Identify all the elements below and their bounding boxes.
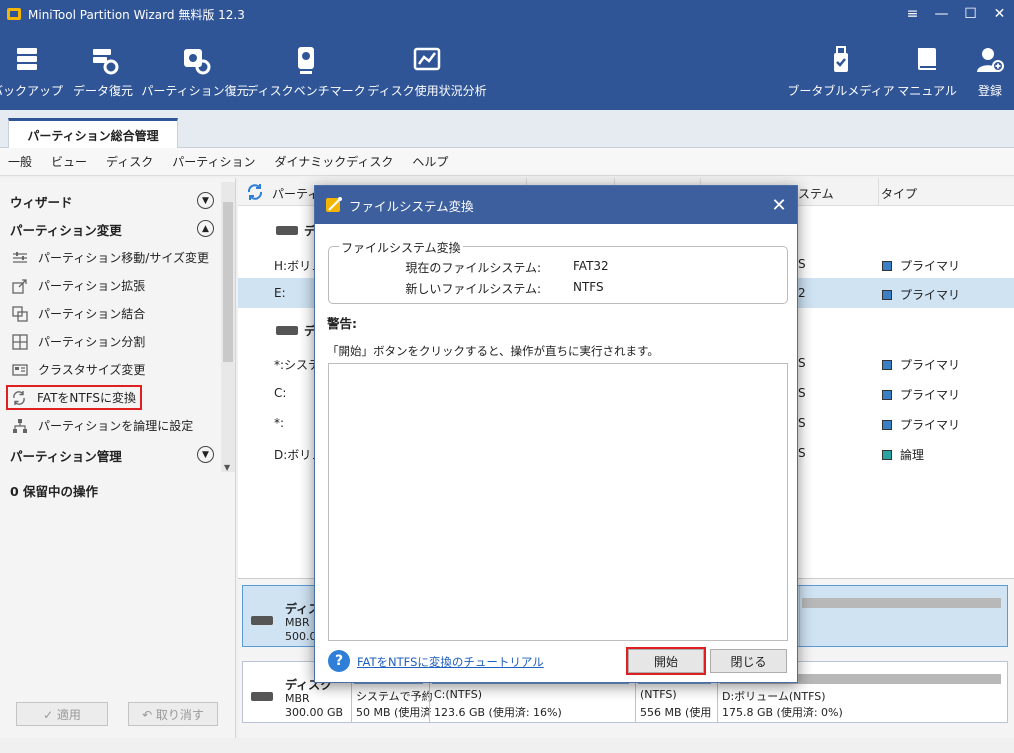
tab-strip: パーティション総合管理 [0,110,1014,149]
logical-color-swatch [882,450,892,460]
new-fs-value: NTFS [573,280,604,294]
close-button[interactable]: 閉じる [710,649,787,673]
extend-icon [12,278,27,294]
disk-icon [251,616,273,625]
menu-bar: 一般 ビュー ディスク パーティション ダイナミックディスク ヘルプ [0,148,1014,176]
sidebar-item-cluster-size[interactable]: クラスタサイズ変更 [12,361,145,378]
set-logical-icon [13,418,27,433]
dialog-close-icon[interactable]: ✕ [767,193,791,217]
data-recovery-icon [93,49,119,75]
column-filesystem[interactable]: ステム [798,185,834,202]
refresh-icon[interactable] [246,183,264,201]
disk-icon [276,326,298,335]
primary-color-swatch [882,390,892,400]
disk-benchmark-icon [298,47,314,74]
apply-button[interactable]: ✓ 適用 [16,702,108,726]
log-textbox[interactable] [328,363,788,641]
convert-fs-dialog: ファイルシステム変換 ✕ ファイルシステム変換 現在のファイルシステム: FAT… [314,185,798,683]
undo-button[interactable]: ↶ 取り消す [128,702,218,726]
partition-recovery-icon [184,49,211,75]
menu-dynamic-disk[interactable]: ダイナミックディスク [274,153,393,170]
new-fs-label: 新しいファイルシステム: [405,282,541,296]
app-header: MiniTool Partition Wizard 無料版 12.3 ≡ — ☐… [0,0,1014,110]
backup-icon [17,48,37,70]
manual-icon [918,48,936,70]
primary-color-swatch [882,261,892,271]
window-controls: ≡ — ☐ ✕ [898,0,1014,28]
disk-icon [276,226,298,235]
current-fs-label: 現在のファイルシステム: [405,261,541,275]
column-partition[interactable]: パーティ [272,185,319,202]
disk-benchmark-button[interactable]: ディスクベンチマーク [246,44,366,104]
menu-icon[interactable]: ≡ [898,0,927,28]
wizard-section[interactable]: ウィザード [10,192,73,211]
sidebar-scrollbar[interactable]: ▼ [221,182,235,472]
minimize-button[interactable]: — [927,0,956,28]
menu-general[interactable]: 一般 [8,153,32,170]
menu-view[interactable]: ビュー [51,153,87,170]
column-type[interactable]: タイプ [881,185,917,202]
pending-operations: 0 保留中の操作 [10,484,99,499]
scroll-down-arrow[interactable]: ▼ [224,463,230,472]
register-icon [977,48,1004,72]
partition-recovery-button[interactable]: パーティション復元 [141,44,249,104]
cluster-size-icon [12,363,28,376]
chevron-down-icon[interactable]: ▼ [197,446,214,463]
menu-partition[interactable]: パーティション [172,153,255,170]
register-button[interactable]: 登録 [970,44,1010,104]
merge-icon [12,305,28,322]
primary-color-swatch [882,360,892,370]
primary-color-swatch [882,420,892,430]
start-button[interactable]: 開始 [626,647,706,675]
disk-icon [251,692,273,701]
bootable-media-button[interactable]: ブータブルメディア [787,44,895,104]
backup-button[interactable]: バックアップ [0,44,63,104]
scrollbar-thumb[interactable] [223,202,233,362]
group-legend: ファイルシステム変換 [339,239,463,256]
warning-text: 「開始」ボタンをクリックすると、操作が直ちに実行されます。 [327,344,659,358]
move-resize-icon [13,251,27,263]
space-analyzer-button[interactable]: ディスク使用状況分析 [367,44,487,104]
convert-icon [13,390,25,405]
sidebar-item-set-logical[interactable]: パーティションを論理に設定 [12,417,193,434]
app-logo-icon [7,8,21,20]
menu-disk[interactable]: ディスク [106,153,153,170]
sidebar-item-convert-fat-ntfs[interactable]: FATをNTFSに変換 [6,385,143,410]
manage-partition-section[interactable]: パーティション管理 [10,446,122,465]
split-icon [12,333,28,350]
sidebar-item-extend[interactable]: パーティション拡張 [12,277,145,294]
tab-partition-management[interactable]: パーティション総合管理 [8,118,178,149]
sidebar-item-move-resize[interactable]: パーティション移動/サイズ変更 [12,249,209,266]
bootable-media-icon [834,46,848,72]
chevron-up-icon[interactable]: ▲ [197,220,214,237]
chevron-down-icon[interactable]: ▼ [197,192,214,209]
window-title: MiniTool Partition Wizard 無料版 12.3 [28,7,245,22]
maximize-button[interactable]: ☐ [956,0,985,28]
change-partition-section[interactable]: パーティション変更 [10,220,122,239]
wizard-wand-icon [326,197,342,212]
manual-button[interactable]: マニュアル [897,44,957,104]
current-fs-value: FAT32 [573,259,609,273]
disk1-partition[interactable] [799,586,1007,646]
tutorial-link[interactable]: FATをNTFSに変換のチュートリアル [357,654,544,670]
primary-color-swatch [882,290,892,300]
main-toolbar: バックアップ データ復元 パーティション復元 ディスクベンチマーク ディスク使用… [0,44,1014,104]
dialog-title-bar: ファイルシステム変換 [315,186,797,224]
sidebar-item-split[interactable]: パーティション分割 [12,333,145,350]
title-bar: MiniTool Partition Wizard 無料版 12.3 [0,0,1014,28]
filesystem-group: ファイルシステム変換 現在のファイルシステム: FAT32 新しいファイルシステ… [328,239,788,304]
sidebar-item-merge[interactable]: パーティション結合 [12,305,145,322]
data-recovery-button[interactable]: データ復元 [73,44,133,104]
dialog-title: ファイルシステム変換 [349,198,474,214]
warning-heading: 警告: [327,316,357,331]
action-sidebar: ウィザード ▼ パーティション変更 ▲ パーティション移動/サイズ変更 パーティ… [0,178,236,738]
menu-help[interactable]: ヘルプ [412,153,448,170]
space-analyzer-icon [413,47,441,71]
help-icon[interactable]: ? [328,650,350,672]
close-window-button[interactable]: ✕ [985,0,1014,28]
